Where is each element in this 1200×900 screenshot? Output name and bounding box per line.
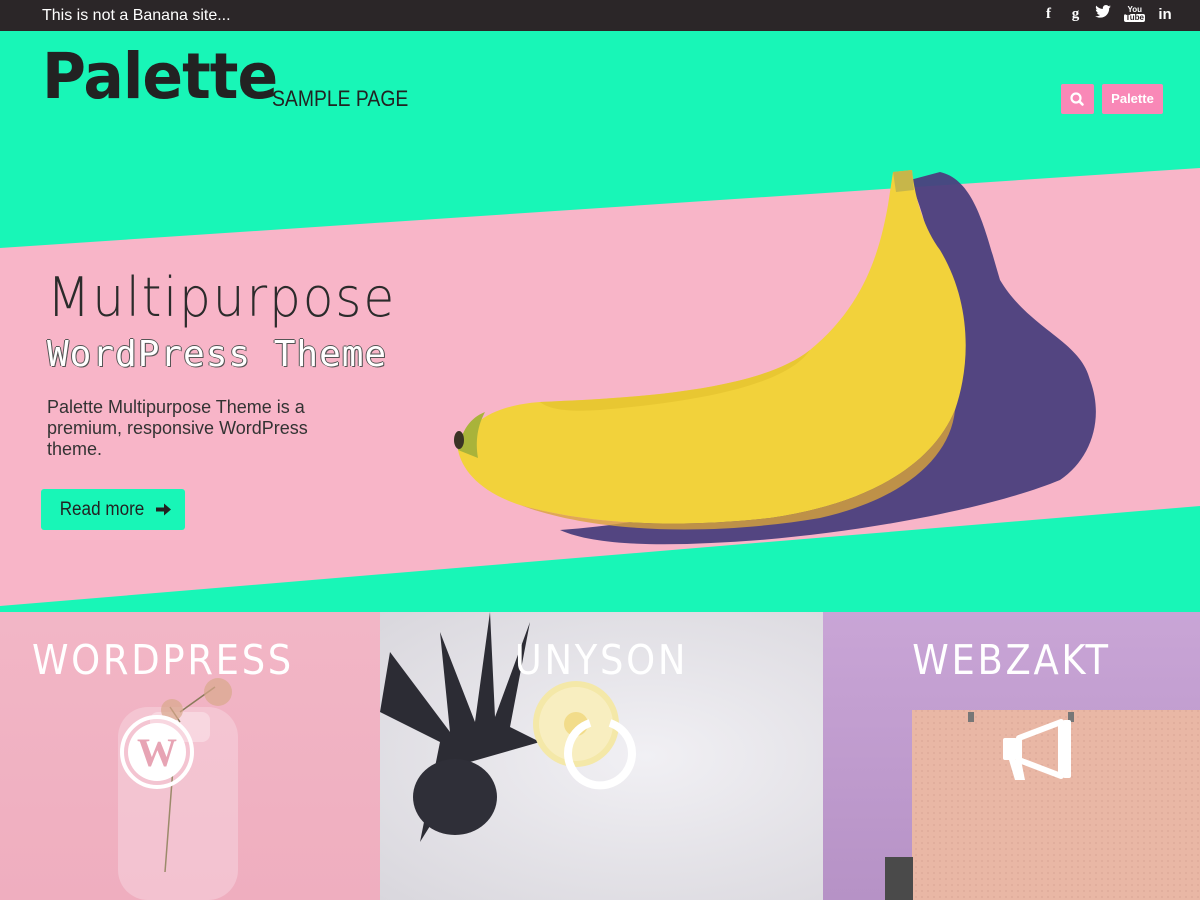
read-more-button[interactable]: Read more <box>41 489 185 530</box>
wordpress-icon: W <box>120 715 194 789</box>
youtube-icon-bottom: Tube <box>1124 13 1145 22</box>
svg-text:W: W <box>137 730 177 775</box>
site-tagline: This is not a Banana site... <box>42 7 231 24</box>
panel-title-unyson: UNYSON <box>514 636 689 684</box>
panel-title-webzakt: WEBZAKT <box>912 636 1111 684</box>
unyson-icon <box>564 719 636 790</box>
nav-item-sample-page[interactable]: SAMPLE PAGE <box>272 86 408 112</box>
facebook-icon[interactable]: f <box>1041 6 1055 23</box>
panel-wordpress[interactable]: WORDPRESS W <box>0 612 380 900</box>
arrow-right-icon <box>155 503 171 516</box>
palette-button[interactable]: Palette <box>1102 84 1163 114</box>
hero-title: Multipurpose <box>47 266 397 329</box>
site-logo[interactable]: Palette <box>42 40 278 114</box>
megaphone-icon <box>1003 719 1071 780</box>
hero-subtitle: WordPress Theme <box>47 334 388 375</box>
panel-title-wordpress: WORDPRESS <box>32 636 294 684</box>
search-button[interactable] <box>1061 84 1094 114</box>
youtube-icon[interactable]: You Tube <box>1124 6 1145 22</box>
linkedin-icon[interactable]: in <box>1158 6 1172 23</box>
google-plus-icon[interactable]: g <box>1068 6 1082 23</box>
read-more-label: Read more <box>59 498 144 520</box>
panel-unyson[interactable]: UNYSON <box>380 612 823 900</box>
social-links: f g You Tube in <box>1041 5 1172 23</box>
panel-webzakt[interactable]: WEBZAKT <box>823 612 1200 900</box>
twitter-icon[interactable] <box>1095 5 1112 23</box>
hero-description: Palette Multipurpose Theme is a premium,… <box>47 397 308 459</box>
feature-panels: WORDPRESS W UNYSON WEBZAKT <box>0 612 1200 900</box>
top-bar: This is not a Banana site... f g You Tub… <box>0 0 1200 31</box>
search-icon <box>1070 92 1084 106</box>
